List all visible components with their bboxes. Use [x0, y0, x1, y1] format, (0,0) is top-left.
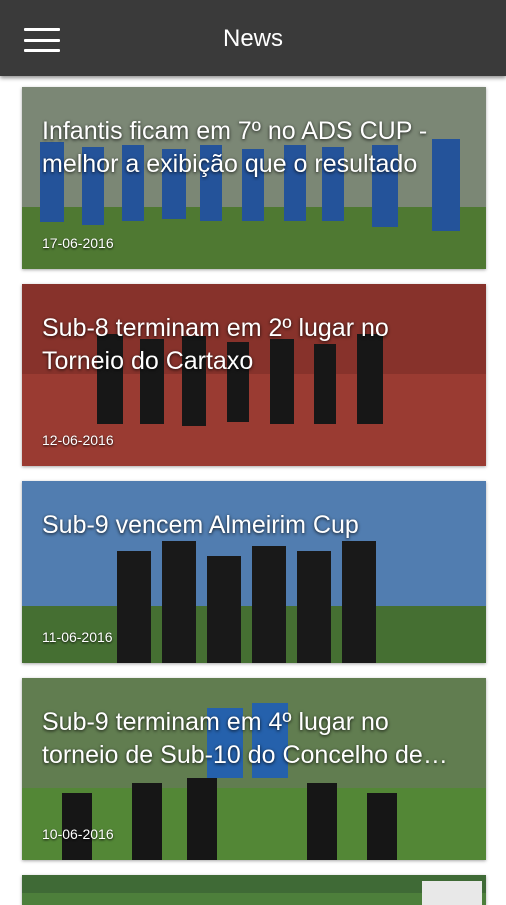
photo-ground	[22, 893, 486, 905]
news-date: 17-06-2016	[42, 235, 114, 251]
news-card[interactable]: Sub-8 terminam em 2º lugar no Torneio do…	[22, 284, 486, 466]
photo-tent	[422, 881, 482, 905]
news-headline: Sub-9 terminam em 4º lugar no torneio de…	[42, 708, 423, 769]
app-bar: News	[0, 0, 506, 76]
news-card[interactable]: Sub-9 terminam em 4º lugar no torneio de…	[22, 678, 486, 860]
news-headline: Sub-8 terminam em 2º lugar no Torneio do…	[42, 314, 389, 375]
news-date: 11-06-2016	[42, 629, 113, 645]
news-headline: Infantis ficam em 7º no ADS CUP - melhor…	[42, 117, 428, 178]
news-photo	[22, 875, 486, 905]
news-card[interactable]: Sub-9 vencem Almeirim Cup 11-06-2016	[22, 481, 486, 663]
news-headline: Sub-9 vencem Almeirim Cup	[42, 511, 359, 539]
news-date: 10-06-2016	[42, 826, 114, 842]
news-list: Infantis ficam em 7º no ADS CUP - melhor…	[22, 87, 486, 905]
news-card[interactable]: Infantis ficam em 7º no ADS CUP - melhor…	[22, 87, 486, 269]
news-card[interactable]	[22, 875, 486, 905]
page-title: News	[222, 25, 283, 52]
news-date: 12-06-2016	[42, 432, 114, 448]
